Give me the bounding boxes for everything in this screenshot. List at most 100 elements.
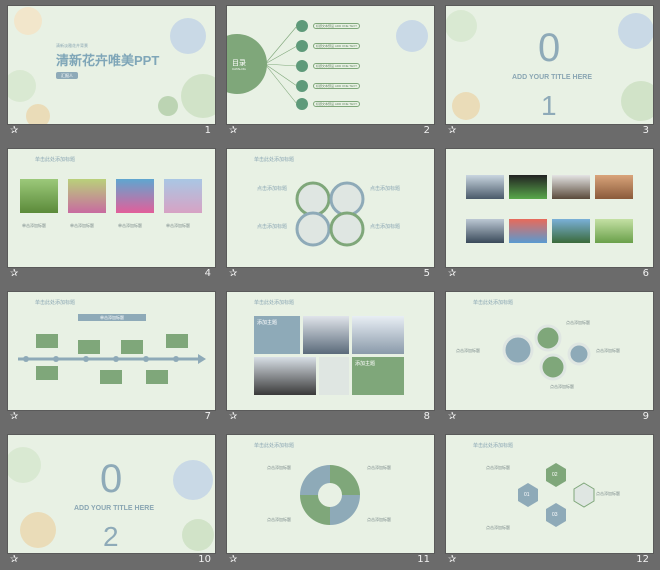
slide-thumbnail-6[interactable]: ✰ 6: [446, 149, 653, 283]
slide-canvas: 单击此处添加标题 单击添加标题 单击添加标题 单击添加标题 单击添加标题: [8, 149, 215, 267]
label: 点击添加标题: [267, 465, 291, 470]
hex-number: 01: [524, 492, 530, 498]
cycle-diagram: [300, 465, 360, 525]
slide-canvas: [446, 149, 653, 267]
slide-thumbnail-4[interactable]: 单击此处添加标题 单击添加标题 单击添加标题 单击添加标题 单击添加标题 ✰ 4: [8, 149, 215, 283]
slide-header: 单击此处添加标题: [254, 300, 295, 306]
photo: [509, 219, 547, 243]
subtitle: 清新淡雅花卉背景: [56, 43, 88, 48]
slide-canvas: 单击此处添加标题 点击添加标题 点击添加标题 点击添加标题 点击添加标题: [227, 149, 434, 267]
label: 点击添加标题: [456, 348, 480, 353]
section-title: ADD YOUR TITLE HERE: [74, 505, 154, 512]
photo: [552, 175, 590, 199]
slide-header: 单击此处添加标题: [35, 157, 76, 163]
slide-canvas: 单击此处添加标题 02 01 03 点击添加标题 点击添加标题 点击添加标题: [446, 435, 653, 553]
slide-number: 1: [204, 125, 211, 136]
presenter-button: 汇报人: [56, 72, 78, 79]
text-block: [319, 357, 349, 395]
slide-sorter-view: { "slides": [ {"num":"1","title_cn":"清新花…: [0, 0, 660, 570]
slide-thumbnail-11[interactable]: 单击此处添加标题 点击添加标题 点击添加标题 点击添加标题 点击添加标题 ✰ 11: [227, 435, 434, 569]
star-icon: ✰: [448, 268, 457, 279]
menu-item: 标题文本预设 ADD ONE TEXT: [313, 83, 360, 89]
slide-thumbnail-3[interactable]: 0 ADD YOUR TITLE HERE 1 ✰ 3: [446, 6, 653, 140]
topic-box: 添加主题: [254, 316, 300, 354]
slide-canvas: 0 ADD YOUR TITLE HERE 2: [8, 435, 215, 553]
caption: 单击添加标题: [118, 223, 142, 228]
slide-number: 7: [204, 411, 211, 422]
label: 点击添加标题: [486, 525, 510, 530]
slide-canvas: 单击此处添加标题 单击添加标题: [8, 292, 215, 410]
slide-number: 5: [423, 268, 430, 279]
page-title: 清新花卉唯美PPT: [56, 53, 160, 68]
slide-number: 10: [198, 554, 211, 565]
slide-thumbnail-10[interactable]: 0 ADD YOUR TITLE HERE 2 ✰ 10: [8, 435, 215, 569]
star-icon: ✰: [10, 411, 19, 422]
photo: [466, 219, 504, 243]
slide-number: 8: [423, 411, 430, 422]
slide-number: 3: [642, 125, 649, 136]
star-icon: ✰: [229, 554, 238, 565]
label: 点击添加标题: [367, 517, 391, 522]
slide-canvas: 0 ADD YOUR TITLE HERE 1: [446, 6, 653, 124]
slide-thumbnail-9[interactable]: 单击此处添加标题 点击添加标题 点击添加标题 点击添加标题 点击添加标题 ✰ 9: [446, 292, 653, 426]
star-icon: ✰: [229, 268, 238, 279]
photo: [509, 175, 547, 199]
photo: [254, 357, 316, 395]
label: 点击添加标题: [267, 517, 291, 522]
slide-number: 4: [204, 268, 211, 279]
star-icon: ✰: [229, 125, 238, 136]
label: 点击添加标题: [596, 348, 620, 353]
slide-thumbnail-2[interactable]: 目录 CATALOG 标题文本预设 ADD ONE TEXT 标题文本预设 AD…: [227, 6, 434, 140]
photo: [116, 179, 154, 213]
photo: [164, 179, 202, 213]
hexagon-diagram: [518, 463, 595, 527]
slide-canvas: 单击此处添加标题 点击添加标题 点击添加标题 点击添加标题 点击添加标题: [227, 435, 434, 553]
star-icon: ✰: [10, 125, 19, 136]
menu-item: 标题文本预设 ADD ONE TEXT: [313, 63, 360, 69]
quadrant-diagram: [295, 181, 365, 247]
label: 点击添加标题: [367, 465, 391, 470]
slide-thumbnail-7[interactable]: 单击此处添加标题 单击添加标题 ✰ 7: [8, 292, 215, 426]
photo: [68, 179, 106, 213]
label: 点击添加标题: [566, 320, 590, 325]
menu-item: 标题文本预设 ADD ONE TEXT: [313, 23, 360, 29]
slide-thumbnail-1[interactable]: 清新淡雅花卉背景 清新花卉唯美PPT 汇报人 ✰ 1: [8, 6, 215, 140]
label: 点击添加标题: [596, 491, 620, 496]
slide-canvas: 单击此处添加标题 添加主题 添加主题: [227, 292, 434, 410]
caption: 单击添加标题: [166, 223, 190, 228]
star-icon: ✰: [10, 268, 19, 279]
star-icon: ✰: [10, 554, 19, 565]
slide-canvas: 目录 CATALOG 标题文本预设 ADD ONE TEXT 标题文本预设 AD…: [227, 6, 434, 124]
hex-number: 02: [552, 472, 558, 478]
section-digit: 1: [541, 90, 557, 121]
label: 点击添加标题: [370, 186, 401, 192]
star-icon: ✰: [229, 411, 238, 422]
star-icon: ✰: [448, 554, 457, 565]
slide-number: 2: [423, 125, 430, 136]
slide-canvas: 单击此处添加标题 点击添加标题 点击添加标题 点击添加标题 点击添加标题: [446, 292, 653, 410]
slide-number: 9: [642, 411, 649, 422]
photo: [20, 179, 58, 213]
label: 点击添加标题: [370, 224, 401, 230]
photo: [595, 219, 633, 243]
slide-thumbnail-5[interactable]: 单击此处添加标题 点击添加标题 点击添加标题 点击添加标题 点击添加标题 ✰ 5: [227, 149, 434, 283]
label: 点击添加标题: [550, 384, 574, 389]
slide-number: 12: [636, 554, 649, 565]
star-icon: ✰: [448, 411, 457, 422]
topic-box: 添加主题: [352, 357, 404, 395]
slide-thumbnail-8[interactable]: 单击此处添加标题 添加主题 添加主题 ✰ 8: [227, 292, 434, 426]
slide-number: 6: [642, 268, 649, 279]
caption: 单击添加标题: [22, 223, 46, 228]
slide-canvas: 清新淡雅花卉背景 清新花卉唯美PPT 汇报人: [8, 6, 215, 124]
menu-subtitle: CATALOG: [232, 67, 246, 71]
photo: [595, 175, 633, 199]
photo: [352, 316, 404, 354]
slide-thumbnail-12[interactable]: 单击此处添加标题 02 01 03 点击添加标题 点击添加标题 点击添加标题 ✰…: [446, 435, 653, 569]
photo: [303, 316, 349, 354]
menu-item: 标题文本预设 ADD ONE TEXT: [313, 101, 360, 107]
section-digit: 0: [100, 457, 123, 501]
caption: 单击添加标题: [70, 223, 94, 228]
photo: [466, 175, 504, 199]
section-digit: 0: [538, 26, 561, 70]
section-title: ADD YOUR TITLE HERE: [512, 74, 592, 81]
